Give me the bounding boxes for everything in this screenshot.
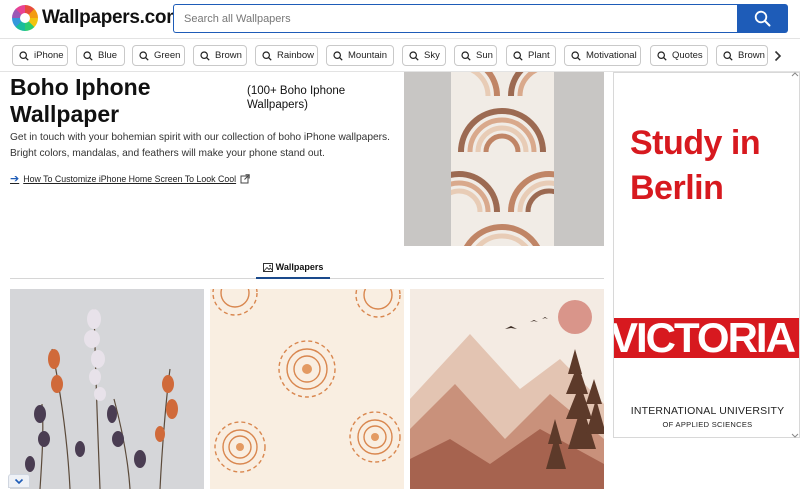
search-icon (19, 50, 29, 61)
tag-chip-label: Mountain (348, 50, 388, 61)
tag-chip[interactable]: iPhone (12, 45, 68, 66)
site-header: Wallpapers.com (0, 0, 800, 38)
tag-chip[interactable]: Brown (716, 45, 768, 66)
tag-chip-label: Blue (98, 50, 118, 61)
search-icon (723, 50, 733, 61)
howto-link-label: How To Customize iPhone Home Screen To L… (23, 173, 237, 184)
logo-mark-icon (12, 5, 38, 31)
mountain-landscape-image (410, 300, 604, 489)
preview-image (418, 72, 590, 246)
tag-chip[interactable]: Sky (402, 45, 446, 66)
wallpaper-thumbnail[interactable] (10, 289, 204, 489)
tab-wallpapers-label: Wallpapers (275, 262, 324, 272)
search-icon (657, 50, 667, 61)
howto-link[interactable]: ➔ How To Customize iPhone Home Screen To… (10, 172, 250, 185)
scroll-down-button[interactable] (8, 474, 30, 488)
search-icon (754, 10, 771, 27)
search-icon (409, 50, 419, 61)
tag-chip[interactable]: Mountain (326, 45, 394, 66)
tag-chip[interactable]: Blue (76, 45, 125, 66)
tag-chip[interactable]: Plant (506, 45, 556, 66)
page-description: Get in touch with your bohemian spirit w… (10, 132, 390, 159)
tag-chip-label: iPhone (34, 50, 64, 61)
search-box (173, 4, 737, 33)
tag-chip[interactable]: Brown (193, 45, 247, 66)
tag-chip-label: Rainbow (277, 50, 314, 61)
chips-next-button[interactable] (768, 45, 788, 66)
tag-chip-label: Brown (738, 50, 765, 61)
wallpaper-thumbnail[interactable] (210, 289, 404, 489)
tag-chip-label: Quotes (672, 50, 703, 61)
tag-chip-label: Sun (476, 50, 493, 61)
logo-text: Wallpapers.com (42, 7, 183, 28)
tag-chip-label: Sky (424, 50, 440, 61)
search-icon (139, 50, 149, 61)
tag-chip[interactable]: Motivational (564, 45, 641, 66)
wildflowers-image (25, 308, 178, 489)
search-input[interactable] (174, 5, 737, 32)
tag-chip[interactable]: Green (132, 45, 185, 66)
search-icon (262, 50, 272, 61)
wallpaper-count: (100+ Boho Iphone Wallpapers) (247, 85, 346, 111)
site-logo[interactable]: Wallpapers.com (12, 5, 183, 31)
search-icon (83, 50, 93, 61)
tab-wallpapers[interactable]: Wallpapers (256, 257, 330, 279)
sun-pattern-image (212, 289, 401, 473)
search-button[interactable] (737, 4, 788, 33)
rainbow-pattern-image (418, 72, 590, 246)
advertisement[interactable]: Study in Berlin VICTORIA INTERNATIONAL U… (613, 72, 800, 438)
ad-brand-logo: VICTORIA (614, 318, 799, 358)
ad-university-subtitle: OF APPLIED SCIENCES (662, 420, 753, 429)
search-icon (513, 50, 523, 61)
wallpaper-thumbnail[interactable] (410, 289, 604, 489)
ad-headline: Study in Berlin (630, 124, 761, 207)
search-icon (333, 50, 343, 61)
chevron-right-icon (774, 50, 782, 61)
search-icon (461, 50, 471, 61)
ad-university-name: INTERNATIONAL UNIVERSITY (630, 405, 785, 417)
tag-chip[interactable]: Quotes (650, 45, 708, 66)
tag-chip-label: Brown (215, 50, 242, 61)
tag-chip-bar: iPhone Blue Green Brown Rainbow Mountain… (0, 38, 800, 72)
tag-chip[interactable]: Sun (454, 45, 497, 66)
chevron-down-icon (14, 478, 24, 484)
search-icon (571, 50, 581, 61)
tag-chip-label: Plant (528, 50, 550, 61)
search-icon (200, 50, 210, 61)
page-title: Boho Iphone Wallpaper (10, 74, 151, 127)
ad-scroll-indicator[interactable] (790, 72, 800, 438)
featured-wallpaper-preview[interactable] (404, 72, 604, 246)
tag-chip-label: Motivational (586, 50, 637, 61)
image-icon (262, 262, 273, 272)
external-link-icon (240, 173, 250, 183)
arrow-right-icon: ➔ (10, 173, 20, 185)
tag-chip[interactable]: Rainbow (255, 45, 318, 66)
tag-chip-label: Green (154, 50, 181, 61)
